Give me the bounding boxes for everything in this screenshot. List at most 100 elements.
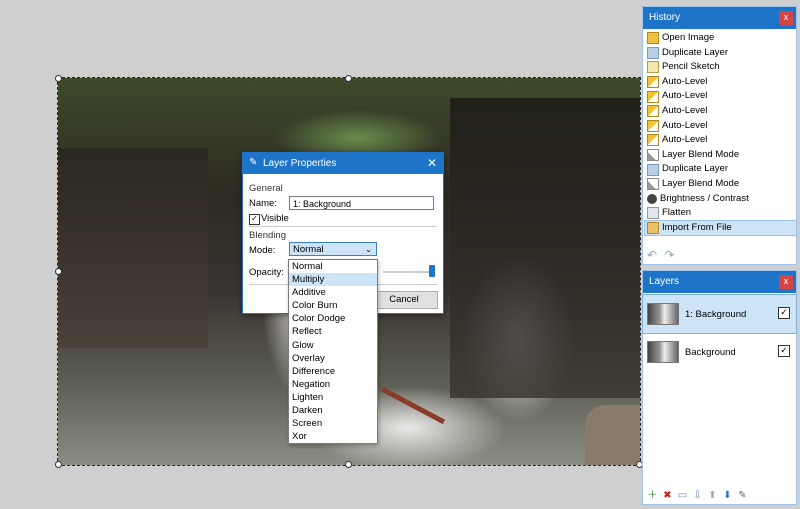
layers-panel: Layers x 1: Background ✓ Background ✓ ＋ … (642, 270, 797, 505)
blend-mode-option[interactable]: Difference (289, 365, 377, 378)
selection-handle[interactable] (345, 75, 352, 82)
layer-thumbnail (647, 341, 679, 363)
selection-handle[interactable] (55, 75, 62, 82)
auto-level-icon (647, 105, 659, 118)
blend-mode-option[interactable]: Screen (289, 417, 377, 430)
blending-group-label: Blending (249, 230, 286, 241)
selection-handle[interactable] (345, 461, 352, 468)
history-item[interactable]: Brightness / Contrast (645, 192, 796, 207)
layer-toolbar: ＋ ✖ ▭ ⇩ ⬆ ⬇ ✎ (647, 490, 748, 501)
blend-mode-option-highlighted[interactable]: Multiply (289, 273, 377, 287)
open-icon (647, 32, 659, 45)
history-item[interactable]: Flatten (645, 206, 796, 221)
history-panel: History x Open Image Duplicate Layer Pen… (642, 6, 797, 265)
redo-icon[interactable]: ↷ (664, 248, 674, 262)
layers-close-button[interactable]: x (779, 275, 793, 289)
auto-level-icon (647, 119, 659, 132)
blend-mode-option[interactable]: Negation (289, 378, 377, 391)
history-item[interactable]: Duplicate Layer (645, 46, 796, 61)
move-down-icon[interactable]: ⬇ (722, 490, 733, 501)
history-list: Open Image Duplicate Layer Pencil Sketch… (643, 29, 797, 237)
flatten-icon (647, 207, 659, 220)
history-item[interactable]: Layer Blend Mode (645, 148, 796, 163)
cancel-button[interactable]: Cancel (370, 291, 438, 309)
history-title: History (649, 12, 681, 23)
mode-label: Mode: (249, 245, 276, 256)
add-layer-icon[interactable]: ＋ (647, 490, 658, 501)
general-group-label: General (249, 183, 283, 194)
layer-thumbnail (647, 303, 679, 325)
undo-redo: ↶ ↷ (647, 248, 674, 262)
layer-item[interactable]: Background ✓ (643, 333, 796, 371)
blend-mode-option[interactable]: Color Dodge (289, 312, 377, 325)
layer-item-selected[interactable]: 1: Background ✓ (642, 294, 797, 334)
history-item-label: Auto-Level (662, 90, 708, 102)
merge-down-icon[interactable]: ⇩ (692, 490, 703, 501)
layer-visible-checkbox[interactable]: ✓ (778, 307, 790, 319)
history-item-label: Layer Blend Mode (662, 177, 740, 189)
opacity-slider-thumb[interactable] (429, 265, 435, 277)
history-item[interactable]: Auto-Level (645, 104, 796, 119)
history-item-label: Flatten (662, 207, 692, 219)
blend-mode-option[interactable]: Lighten (289, 391, 377, 404)
blend-mode-option[interactable]: Overlay (289, 352, 377, 365)
dialog-close-button[interactable]: ✕ (427, 153, 437, 174)
pencil-icon (647, 61, 659, 74)
blend-mode-value: Normal (293, 244, 324, 255)
move-up-icon[interactable]: ⬆ (707, 490, 718, 501)
layer-properties-icon[interactable]: ✎ (737, 490, 748, 501)
layer-name: Background (685, 346, 736, 358)
history-item[interactable]: Auto-Level (645, 75, 796, 90)
opacity-slider-track[interactable] (383, 271, 433, 273)
history-item[interactable]: Auto-Level (645, 133, 796, 148)
layer-name: 1: Background (685, 308, 747, 320)
undo-icon[interactable]: ↶ (647, 248, 657, 262)
name-label: Name: (249, 198, 277, 209)
history-close-button[interactable]: x (779, 11, 793, 25)
history-item-label: Auto-Level (662, 134, 708, 146)
history-item[interactable]: Auto-Level (645, 89, 796, 104)
brightness-icon (647, 193, 657, 204)
wrench-icon: ✎ (249, 157, 258, 168)
history-item[interactable]: Duplicate Layer (645, 162, 796, 177)
auto-level-icon (647, 134, 659, 147)
blend-mode-option[interactable]: Darken (289, 404, 377, 417)
blend-mode-option[interactable]: Normal (289, 260, 377, 273)
history-item[interactable]: Open Image (645, 31, 796, 46)
layers-title: Layers (649, 276, 680, 287)
history-item-label: Open Image (662, 32, 715, 43)
blend-mode-option[interactable]: Reflect (289, 325, 377, 338)
history-item[interactable]: Auto-Level (645, 119, 796, 134)
auto-level-icon (647, 76, 659, 89)
blend-mode-icon (647, 149, 659, 162)
blend-mode-option[interactable]: Color Burn (289, 299, 377, 312)
layer-visible-checkbox[interactable]: ✓ (778, 345, 790, 357)
history-header: History x (643, 7, 796, 29)
delete-layer-icon[interactable]: ✖ (662, 490, 673, 501)
duplicate-layer-icon[interactable]: ▭ (677, 490, 688, 501)
auto-level-icon (647, 90, 659, 103)
history-item-selected[interactable]: Import From File (644, 219, 797, 237)
history-item[interactable]: Pencil Sketch (645, 60, 796, 75)
name-input[interactable]: 1: Background (289, 196, 434, 210)
history-item-label: Import From File (662, 221, 732, 233)
history-item-label: Pencil Sketch (662, 61, 720, 73)
blend-mode-dropdown: Normal Multiply Additive Color Burn Colo… (288, 259, 378, 444)
history-item-label: Duplicate Layer (662, 46, 729, 58)
dialog-titlebar: ✎ Layer Properties ✕ (243, 153, 443, 174)
blend-mode-option[interactable]: Glow (289, 339, 377, 352)
history-item[interactable]: Layer Blend Mode (645, 177, 796, 192)
blend-mode-icon (647, 178, 659, 191)
blend-mode-option[interactable]: Additive (289, 286, 377, 299)
visible-label: Visible (261, 213, 289, 224)
history-item-label: Layer Blend Mode (662, 148, 740, 160)
visible-checkbox[interactable]: ✓ (249, 214, 260, 225)
history-item-label: Duplicate Layer (662, 163, 729, 175)
import-icon (647, 222, 659, 235)
history-item-label: Brightness / Contrast (660, 192, 749, 204)
blend-mode-option[interactable]: Xor (289, 430, 377, 443)
selection-handle[interactable] (55, 461, 62, 468)
selection-handle[interactable] (55, 268, 62, 275)
opacity-label: Opacity: (249, 267, 284, 278)
blend-mode-select[interactable]: Normal ⌄ (289, 242, 377, 256)
